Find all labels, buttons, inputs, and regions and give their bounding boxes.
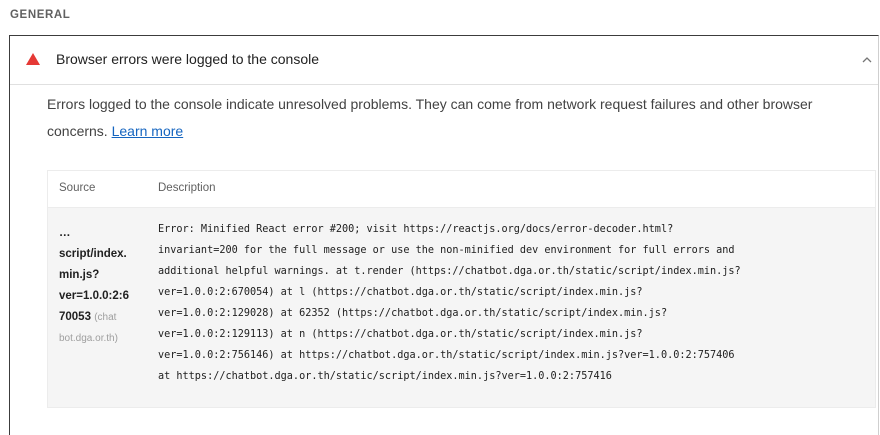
section-title: GENERAL: [10, 9, 71, 21]
learn-more-link[interactable]: Learn more: [112, 123, 184, 139]
column-header-source: Source: [59, 182, 96, 194]
audit-title: Browser errors were logged to the consol…: [56, 51, 320, 67]
details-table: Source Description … script/index. min.j…: [47, 170, 876, 408]
fail-triangle-icon: [26, 53, 40, 65]
table-header-row: Source Description: [48, 171, 875, 208]
audit-description: Errors logged to the console indicate un…: [47, 91, 847, 145]
chevron-up-icon[interactable]: [862, 56, 872, 64]
source-url[interactable]: … script/index. min.js? ver=1.0.0:2:6 70…: [59, 227, 129, 323]
source-cell[interactable]: … script/index. min.js? ver=1.0.0:2:6 70…: [59, 223, 149, 349]
column-header-description: Description: [158, 182, 216, 194]
audit-browser-errors: Browser errors were logged to the consol…: [9, 35, 879, 435]
description-cell: Error: Minified React error #200; visit …: [158, 224, 741, 382]
audit-header[interactable]: Browser errors were logged to the consol…: [10, 36, 878, 85]
